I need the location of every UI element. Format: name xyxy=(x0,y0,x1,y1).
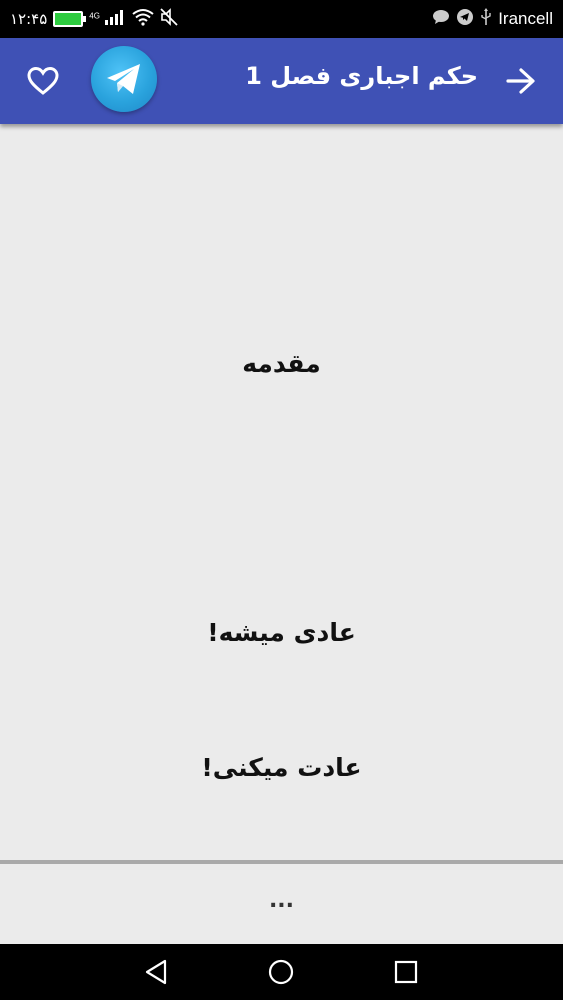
content-line: عادت میکنی! xyxy=(201,753,362,782)
battery-icon xyxy=(53,11,87,27)
next-section-partial: ... xyxy=(268,888,295,913)
content-line: عادی میشه! xyxy=(207,618,356,647)
triangle-back-icon xyxy=(145,959,167,985)
content-heading: مقدمه xyxy=(242,349,321,378)
heart-outline-icon xyxy=(27,66,59,95)
story-content[interactable]: مقدمه عادی میشه! عادت میکنی! xyxy=(0,124,563,860)
telegram-icon xyxy=(107,64,140,94)
app-bar: حکم اجباری فصل 1 xyxy=(0,38,563,124)
signal-icon: 4G xyxy=(89,9,126,30)
network-badge: 4G xyxy=(89,11,100,21)
nav-recents-button[interactable] xyxy=(390,956,422,988)
status-time: ۱۲:۴۵ xyxy=(10,10,48,28)
chat-notification-icon xyxy=(432,9,450,30)
status-bar: ۱۲:۴۵ 4G Irancell xyxy=(0,0,563,38)
wifi-icon xyxy=(132,8,155,31)
usb-icon xyxy=(480,7,492,31)
nav-back-button[interactable] xyxy=(140,956,172,988)
navigation-bar xyxy=(0,944,563,1000)
status-left: ۱۲:۴۵ 4G xyxy=(10,7,179,31)
telegram-notification-icon xyxy=(456,8,474,31)
favorite-button[interactable] xyxy=(24,62,62,100)
square-recents-icon xyxy=(394,960,418,984)
back-button[interactable] xyxy=(501,61,541,101)
status-right: Irancell xyxy=(432,7,553,31)
arrow-right-icon xyxy=(506,68,535,94)
page-title: حکم اجباری فصل 1 xyxy=(245,62,478,90)
carrier-name: Irancell xyxy=(498,9,553,28)
mute-icon xyxy=(160,7,179,31)
next-section-preview[interactable]: ... xyxy=(0,860,563,944)
circle-home-icon xyxy=(268,959,294,985)
telegram-button[interactable] xyxy=(91,46,157,112)
nav-home-button[interactable] xyxy=(265,956,297,988)
